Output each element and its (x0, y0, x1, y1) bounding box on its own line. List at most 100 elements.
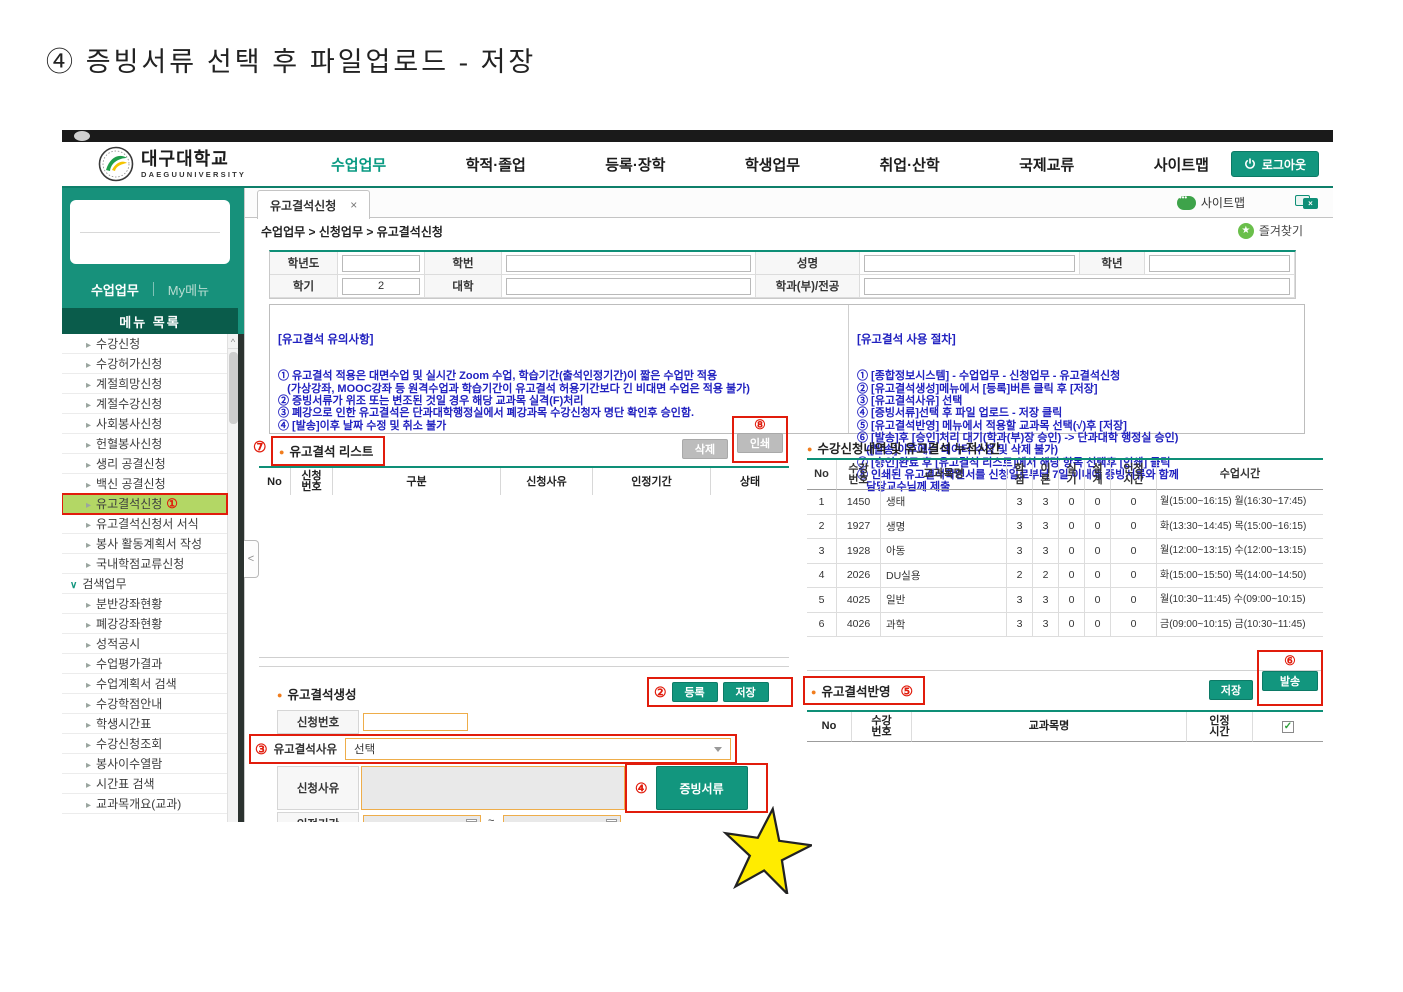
calendar-icon[interactable] (606, 819, 617, 822)
sidebar-scrollbar[interactable]: ^ (227, 334, 238, 822)
sidebar-tab-classwork[interactable]: 수업업무 (91, 280, 139, 299)
window-chrome-bar (62, 130, 1333, 142)
create-save-button[interactable]: 저장 (723, 682, 769, 702)
chevron-icon (86, 777, 96, 791)
scrollbar-thumb[interactable] (229, 352, 238, 424)
divider (80, 232, 220, 233)
portal-body: 수업업무 My메뉴 메뉴 목록 수강신청 수강허가신청 계절희망신청 계절수강신… (62, 186, 1333, 822)
sidebar-menu-item[interactable]: 사회봉사신청 (62, 414, 227, 434)
sidebar-menu-item[interactable]: 계절수강신청 (62, 394, 227, 414)
reason-label: 신청사유 (277, 766, 359, 810)
dept-input[interactable] (864, 278, 1290, 295)
sidebar-menu-item[interactable]: 봉사 활동계획서 작성 (62, 534, 227, 554)
logout-button[interactable]: 로그아웃 (1231, 151, 1319, 177)
attach-file-button[interactable]: 증빙서류 (656, 766, 748, 810)
reqno-label: 신청번호 (277, 710, 359, 734)
university-logo[interactable]: 대구대학교 DAEGUUNIVERSITY (98, 146, 246, 182)
calendar-icon[interactable] (466, 819, 477, 822)
annotation-circle-6: ⑥ (1284, 654, 1296, 667)
sidebar-menu-item[interactable]: 백신 공결신청 (62, 474, 227, 494)
print-button[interactable]: 인쇄 (737, 433, 783, 453)
annotation-circle-4: ④ (635, 781, 648, 795)
enrollment-row[interactable]: 31928아동33000월(12:00~13:15) 수(12:00~13:15… (807, 539, 1323, 564)
sitemap-shortcut[interactable]: 사이트맵 (1177, 194, 1245, 211)
nav-item[interactable]: 국제교류 (1019, 154, 1074, 175)
sidebar-menu-item[interactable]: 학생시간표 (62, 714, 227, 734)
nav-item[interactable]: 등록·장학 (605, 154, 665, 175)
semester-input[interactable] (342, 278, 420, 295)
studentno-input[interactable] (506, 255, 751, 272)
favorite-button[interactable]: ★ 즐겨찾기 (1238, 222, 1303, 239)
year-input[interactable] (342, 255, 420, 272)
close-icon[interactable]: × (350, 198, 357, 212)
absence-list-title-box: 유고결석 리스트 (271, 436, 385, 466)
sidebar-menu-item[interactable]: 계절희망신청 (62, 374, 227, 394)
name-input[interactable] (864, 255, 1075, 272)
reqno-input[interactable] (363, 713, 468, 731)
apply-save-button[interactable]: 저장 (1209, 680, 1253, 700)
enrollment-row[interactable]: 21927생명33000화(13:30~14:45) 목(15:00~16:15… (807, 515, 1323, 540)
page-title: ④ 증빙서류 선택 후 파일업로드 - 저장 (46, 40, 536, 79)
nav-item[interactable]: 수업업무 (331, 154, 386, 175)
chevron-icon (86, 737, 96, 751)
sidebar-menu-item[interactable]: 헌혈봉사신청 (62, 434, 227, 454)
period-start-input[interactable] (363, 815, 481, 822)
enrollment-row[interactable]: 42026DU실용22000화(15:00~15:50) 목(14:00~14:… (807, 564, 1323, 589)
nav-item[interactable]: 학적·졸업 (466, 154, 526, 175)
enrollment-row[interactable]: 54025일반33000월(10:30~11:45) 수(09:00~10:15… (807, 588, 1323, 613)
sidebar-menu-item[interactable]: 수강학점안내 (62, 694, 227, 714)
tab-absence-application[interactable]: 유고결석신청 × (257, 190, 370, 219)
chevron-icon (86, 797, 96, 811)
reason-select[interactable]: 선택 (345, 738, 731, 760)
divider (807, 670, 1323, 671)
send-button[interactable]: 발송 (1262, 671, 1318, 691)
sidebar-menu-item[interactable]: 교과목개요(교과) (62, 794, 227, 814)
sidebar-menu-item[interactable]: 분반강좌현황 (62, 594, 227, 614)
nav-item[interactable]: 학생업무 (745, 154, 800, 175)
sidebar-menu-item[interactable]: 성적공시 (62, 634, 227, 654)
sidebar-menu-item[interactable]: 시간표 검색 (62, 774, 227, 794)
print-annotation-box: ⑧ 인쇄 (732, 416, 788, 463)
column-header: 인정 시간 (1187, 712, 1253, 742)
enrollment-row[interactable]: 11450생태33000월(15:00~16:15) 월(16:30~17:45… (807, 490, 1323, 515)
grade-input[interactable] (1149, 255, 1290, 272)
enrollment-row[interactable]: 64026과학33000금(09:00~10:15) 금(10:30~11:45… (807, 613, 1323, 638)
close-all-tabs-icon[interactable]: × (1295, 195, 1319, 210)
delete-button[interactable]: 삭제 (682, 439, 728, 459)
sidebar-menu-item[interactable]: 국내학점교류신청 (62, 554, 227, 574)
sidebar-tab-mymenu[interactable]: My메뉴 (168, 280, 209, 299)
nav-item[interactable]: 취업·산학 (880, 154, 940, 175)
studentno-label: 학번 (425, 252, 502, 275)
sidebar-menu-item[interactable]: 봉사이수열람 (62, 754, 227, 774)
sidebar-menu-item[interactable]: 유고결석신청① (62, 494, 227, 514)
chevron-icon (86, 457, 96, 471)
sidebar-menu-item[interactable]: 유고결석신청서 서식 (62, 514, 227, 534)
select-all-checkbox[interactable] (1282, 721, 1294, 733)
sidebar-menu-item[interactable]: 생리 공결신청 (62, 454, 227, 474)
annotation-circle-1: ① (166, 496, 178, 511)
sidebar-menu-item[interactable]: 검색업무 (62, 574, 227, 594)
column-header: 학 점 (1007, 460, 1033, 490)
chevron-icon (86, 637, 96, 651)
sidebar-menu-item[interactable]: 수강신청 (62, 334, 227, 354)
register-button[interactable]: 등록 (672, 682, 718, 702)
sidebar-menu-item[interactable]: 수강신청조회 (62, 734, 227, 754)
column-header: No (259, 468, 291, 496)
scroll-up-icon[interactable]: ^ (228, 334, 238, 349)
university-name-kr: 대구대학교 (141, 150, 246, 168)
sidebar-menu-item[interactable]: 수업계획서 검색 (62, 674, 227, 694)
nav-item[interactable]: 사이트맵 (1154, 154, 1209, 175)
top-navigation: 수업업무 학적·졸업 등록·장학 학생업무 취업·산학 국제교류 사이트맵 (317, 142, 1223, 186)
college-input[interactable] (506, 278, 751, 295)
sidebar-collapse-button[interactable]: < (244, 540, 259, 578)
sidebar-menu-item[interactable]: 수강허가신청 (62, 354, 227, 374)
breadcrumb: 수업업무 > 신청업무 > 유고결석신청 (261, 223, 443, 240)
period-end-input[interactable] (503, 815, 621, 822)
reason-input[interactable] (361, 766, 625, 810)
apply-table: No 수강 번호 교과목명 인정 시간 (807, 710, 1323, 742)
sidebar-menu-item[interactable]: 수업평가결과 (62, 654, 227, 674)
sidebar-menu-item[interactable]: 폐강강좌현황 (62, 614, 227, 634)
column-header: 수강 번호 (837, 460, 881, 490)
column-header: 교과목명 (881, 460, 1007, 490)
window-control-icon (74, 131, 90, 141)
